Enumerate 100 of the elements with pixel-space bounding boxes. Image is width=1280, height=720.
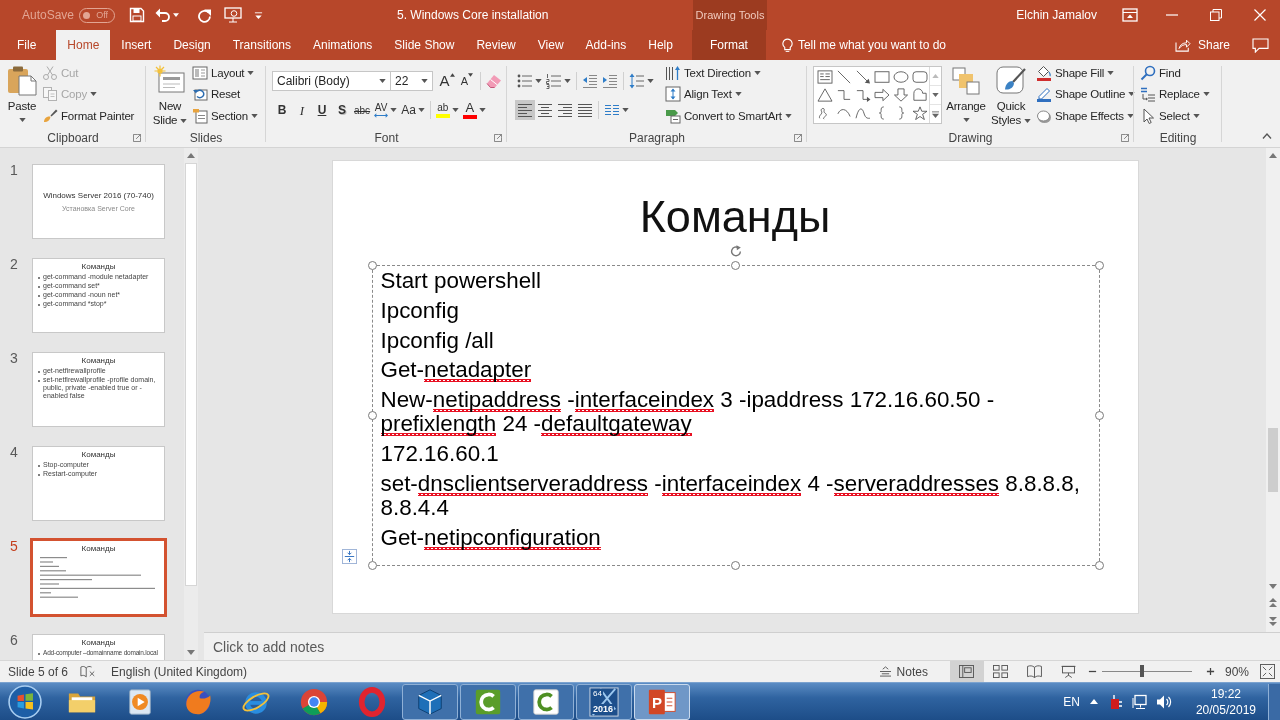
star-shape-icon[interactable] — [912, 106, 928, 120]
fit-to-window-icon[interactable] — [1260, 664, 1275, 679]
resize-handle[interactable] — [1094, 261, 1104, 270]
ribbon-button[interactable]: New Slide — [150, 62, 190, 128]
ribbon-button[interactable]: Section — [190, 105, 260, 126]
ribbon-button[interactable]: A — [437, 71, 457, 91]
font-name-field[interactable]: Calibri (Body) — [272, 71, 391, 91]
elbow-connector-icon[interactable] — [836, 88, 852, 102]
show-desktop-button[interactable] — [1268, 683, 1280, 720]
resize-handle[interactable] — [367, 410, 377, 420]
share-button[interactable]: Share — [1170, 30, 1234, 60]
save-icon[interactable] — [129, 7, 146, 23]
triangle-shape-icon[interactable] — [817, 88, 833, 102]
zoom-in-icon[interactable] — [1205, 667, 1215, 676]
previous-slide-icon[interactable] — [1269, 598, 1277, 607]
scroll-up-icon[interactable] — [1269, 153, 1277, 158]
resize-handle[interactable] — [730, 261, 740, 270]
ribbon-tab[interactable]: Add-ins — [574, 30, 638, 60]
right-arrow-shape-icon[interactable] — [874, 88, 890, 102]
arrow-shape-icon[interactable] — [855, 70, 871, 84]
clock-time[interactable]: 19:22 — [1210, 685, 1241, 702]
ribbon-button[interactable]: Text Direction — [663, 62, 763, 83]
curved-shape-icon[interactable] — [912, 88, 928, 102]
elbow-arrow-icon[interactable] — [855, 88, 871, 102]
network-icon[interactable] — [1131, 693, 1148, 710]
ribbon-button[interactable]: Layout — [190, 62, 257, 83]
zoom-level[interactable]: 90% — [1224, 664, 1249, 679]
presentation-icon[interactable] — [224, 7, 243, 23]
ribbon-tab[interactable]: Design — [162, 30, 222, 60]
ribbon-tab[interactable]: View — [526, 30, 575, 60]
ribbon-button[interactable]: Paste — [4, 62, 40, 128]
ribbon-button[interactable]: Find — [1138, 62, 1183, 83]
resize-handle[interactable] — [1094, 561, 1104, 570]
resize-handle[interactable] — [367, 561, 377, 570]
dialog-launcher-icon[interactable] — [794, 133, 802, 142]
close-icon[interactable] — [1254, 9, 1266, 21]
ribbon-button[interactable]: A — [460, 100, 488, 120]
taskbar-button[interactable] — [460, 683, 516, 720]
comment-icon[interactable] — [1252, 37, 1269, 53]
ribbon-button[interactable]: Shape Fill — [1034, 62, 1117, 83]
caret-icon[interactable] — [1089, 699, 1098, 704]
rounded-rectangle-shape-icon[interactable] — [912, 70, 928, 84]
ribbon-display-icon[interactable] — [1122, 8, 1138, 22]
notes-field[interactable]: Click to add notes — [204, 632, 1280, 660]
ribbon-tab[interactable]: Format — [691, 30, 766, 60]
dialog-launcher-icon[interactable] — [494, 133, 502, 142]
customize-icon[interactable] — [254, 10, 264, 20]
oval-shape-icon[interactable] — [893, 70, 909, 84]
ribbon-button[interactable]: Align Text — [663, 84, 744, 105]
ribbon-button[interactable]: I — [292, 100, 312, 120]
ribbon-button[interactable]: B — [272, 100, 292, 120]
clock-date[interactable]: 20/05/2019 — [1195, 701, 1256, 718]
ribbon-button[interactable]: Quick Styles — [988, 62, 1034, 128]
rotate-handle-icon[interactable] — [728, 244, 743, 258]
scrollbar-thumb[interactable] — [185, 163, 197, 586]
ribbon-button[interactable]: Reset — [190, 84, 243, 105]
ribbon-button[interactable]: Shape Outline — [1034, 84, 1138, 105]
line-shape-icon[interactable] — [836, 70, 852, 84]
scroll-up-icon[interactable] — [187, 153, 195, 158]
rectangle-shape-icon[interactable] — [874, 70, 890, 84]
taskbar-button[interactable] — [518, 683, 574, 720]
taskbar-button[interactable]: P — [634, 683, 690, 720]
resize-handle[interactable] — [367, 261, 377, 270]
slide-thumbnail[interactable]: Команды — [30, 538, 167, 617]
undo-icon[interactable] — [155, 7, 172, 23]
start-orb-icon[interactable] — [8, 684, 42, 719]
ribbon-button[interactable]: ab — [433, 100, 461, 120]
ribbon-button[interactable]: A — [457, 71, 477, 91]
ribbon-button[interactable] — [515, 100, 535, 120]
view-button[interactable] — [949, 661, 984, 682]
taskbar-button[interactable] — [402, 683, 458, 720]
shapes-gallery[interactable] — [813, 66, 942, 124]
dialog-launcher-icon[interactable] — [1121, 133, 1129, 142]
ribbon-tab[interactable]: Animations — [302, 30, 384, 60]
down-arrow-shape-icon[interactable] — [893, 88, 909, 102]
scroll-down-icon[interactable] — [932, 93, 939, 97]
collapse-icon[interactable] — [1262, 133, 1272, 139]
ribbon-tab[interactable]: Home — [56, 30, 111, 60]
dialog-launcher-icon[interactable] — [133, 133, 141, 142]
input-language[interactable]: EN — [1063, 694, 1080, 709]
ribbon-button[interactable]: Aa — [399, 100, 427, 120]
restore-icon[interactable] — [1210, 9, 1222, 21]
tell-me-field[interactable]: Tell me what you want to do — [797, 35, 968, 55]
more-icon[interactable] — [932, 110, 939, 118]
ribbon-tab[interactable]: Transitions — [221, 30, 302, 60]
curve-icon[interactable] — [855, 106, 871, 120]
arc-icon[interactable] — [836, 106, 852, 120]
repeat-icon[interactable] — [196, 7, 213, 23]
font-size-field[interactable]: 22 — [390, 71, 433, 91]
ribbon-button[interactable]: Format Painter — [40, 105, 137, 126]
spelling-icon[interactable] — [80, 665, 97, 678]
ribbon-button[interactable]: U — [312, 100, 332, 120]
resize-handle[interactable] — [730, 561, 740, 570]
zoom-slider-thumb[interactable] — [1140, 665, 1145, 677]
ribbon-button[interactable] — [544, 71, 573, 91]
ribbon-tab[interactable]: File — [6, 30, 57, 60]
ribbon-button[interactable]: abc — [352, 100, 373, 120]
notes-button[interactable]: Notes — [874, 661, 932, 682]
ribbon-button[interactable]: Select — [1138, 105, 1202, 126]
ribbon-tab[interactable]: Review — [465, 30, 527, 60]
